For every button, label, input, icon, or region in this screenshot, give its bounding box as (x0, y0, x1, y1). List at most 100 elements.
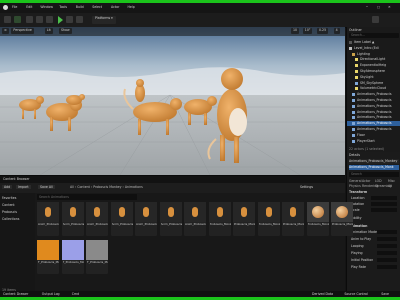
asset-tile[interactable]: T_Proboscis_Monkey_N (61, 240, 84, 274)
viewport-snap-chip[interactable]: 10 (291, 28, 300, 34)
asset-tile[interactable]: Anim_Proboscis_Monkey_Run (86, 202, 108, 236)
skip-icon[interactable] (66, 16, 73, 23)
content-search-input[interactable]: Search Animations (37, 194, 137, 200)
outliner-row[interactable]: SkyLight (347, 75, 400, 80)
statusbar-item-right[interactable]: Derived Data (312, 292, 333, 296)
outliner-row[interactable]: Animations_Proboscis (347, 98, 400, 103)
animation-value-field[interactable] (377, 237, 397, 241)
outliner-row[interactable]: SM_SkySphere (347, 81, 400, 86)
filter-tab[interactable]: All (388, 184, 392, 188)
viewport-snap-chip[interactable]: 0.25 (317, 28, 329, 34)
menu-item-file[interactable]: File (12, 5, 17, 9)
asset-tile[interactable]: Proboscis_Monkey_Skel (257, 202, 280, 236)
asset-tile[interactable]: T_Proboscis_Monkey_R (86, 240, 108, 274)
outliner-row[interactable]: Animations_Proboscis (347, 92, 400, 97)
level-viewport[interactable]: ≡ Perspective Lit Show 4 0.25 10° 10 (0, 27, 345, 175)
asset-tile[interactable]: Anim_Proboscis_Monkey_Jump (159, 202, 182, 236)
transform-section-header[interactable]: Transform (349, 190, 367, 194)
menu-item-edit[interactable]: Edit (26, 5, 32, 9)
settings-button[interactable]: Settings (300, 185, 313, 189)
asset-tile[interactable]: Proboscis_Monkey (208, 202, 231, 236)
outliner-row[interactable]: DirectionalLight (347, 57, 400, 62)
settings-icon[interactable] (372, 16, 379, 23)
play-icon[interactable] (58, 16, 63, 24)
blueprint-icon[interactable] (36, 16, 43, 23)
details-tab[interactable]: Details (349, 153, 360, 157)
animation-value-field[interactable] (377, 265, 397, 269)
transform-value-field[interactable] (371, 202, 397, 206)
outliner-row[interactable]: SkyAtmosphere (347, 69, 400, 74)
asset-tile[interactable]: Proboscis_Monkey_Phys (233, 202, 255, 236)
statusbar-item-right[interactable]: Save (381, 292, 389, 296)
outliner-row[interactable]: Item Label ▲ (347, 40, 400, 45)
menu-item-window[interactable]: Window (40, 5, 53, 9)
outliner-row[interactable]: Animations_Proboscis (347, 110, 400, 115)
filter-tab[interactable]: Misc (388, 179, 395, 183)
menu-item-actor[interactable]: Actor (111, 5, 119, 9)
asset-tile[interactable]: Anim_Proboscis_Monkey_Walk (61, 202, 84, 236)
transform-value-field[interactable] (371, 208, 397, 212)
outliner-row[interactable]: Floor (347, 133, 400, 138)
outliner-row[interactable]: Animations_Proboscis (347, 121, 400, 127)
filter-tab[interactable]: Actor (362, 179, 370, 183)
save-all-button[interactable]: Save All (38, 185, 55, 189)
asset-tile[interactable]: T_Proboscis_Monkey_D (37, 240, 59, 274)
cinematics-icon[interactable] (46, 16, 53, 23)
animation-value-field[interactable] (377, 230, 397, 234)
viewport-snap-chip[interactable]: 10° (302, 28, 313, 34)
stop-icon[interactable] (76, 16, 83, 23)
outliner-row[interactable]: Animations_Proboscis (347, 104, 400, 109)
menu-item-select[interactable]: Select (92, 5, 102, 9)
minimize-button[interactable]: ─ (366, 5, 372, 10)
sidebar-item[interactable]: Proboscis (2, 210, 17, 214)
sidebar-item[interactable]: Collections (2, 217, 19, 221)
animation-value-field[interactable] (377, 244, 397, 248)
close-button[interactable]: ✕ (388, 5, 394, 10)
actor-name-field[interactable]: Animations_Proboscis_Monkey (349, 159, 399, 164)
outliner-row[interactable]: VolumetricCloud (347, 86, 400, 91)
menu-item-help[interactable]: Help (128, 5, 135, 9)
statusbar-item[interactable]: Content Drawer (3, 292, 28, 296)
sidebar-item[interactable]: Content (2, 203, 15, 207)
asset-tile[interactable]: Anim_Proboscis_Monkey_Idle (37, 202, 59, 236)
filter-tab[interactable]: LOD (375, 179, 382, 183)
component-row[interactable]: Animations_Proboscis_Monk (349, 165, 399, 170)
menu-item-build[interactable]: Build (76, 5, 84, 9)
asset-tile[interactable]: Anim_Proboscis_Monkey_Sit (135, 202, 157, 236)
viewport-chip[interactable]: Lit (44, 28, 53, 34)
viewport-chip[interactable]: Perspective (11, 28, 34, 34)
viewport-snap-chip[interactable]: 4 (333, 28, 340, 34)
select-mode-icon[interactable] (14, 16, 21, 23)
outliner-search-input[interactable]: Search... (349, 33, 399, 38)
asset-tile[interactable]: Anim_Proboscis_Monkey_Eat (110, 202, 133, 236)
add-content-icon[interactable] (26, 16, 33, 23)
content-browser-tab[interactable]: Content Browser (3, 177, 30, 181)
filter-tab[interactable]: Physics (349, 184, 361, 188)
add-button[interactable]: Add (2, 185, 13, 189)
statusbar-item-right[interactable]: Source Control (344, 292, 367, 296)
outliner-row[interactable]: Lighting (347, 52, 400, 57)
outliner-row[interactable]: Level_Intro (Edi (347, 46, 400, 51)
transform-value-field[interactable] (371, 196, 397, 200)
save-icon[interactable] (4, 16, 11, 23)
animation-value-field[interactable] (377, 251, 397, 255)
maximize-button[interactable]: □ (377, 5, 383, 10)
outliner-row[interactable]: ExponentialHeig (347, 63, 400, 68)
asset-tile[interactable]: Proboscis_Monkey_Mat (306, 202, 329, 236)
viewport-chip[interactable]: ≡ (2, 28, 9, 34)
import-button[interactable]: Import (16, 185, 31, 189)
asset-tile[interactable]: Anim_Proboscis_Monkey_Look (184, 202, 206, 236)
filter-tab[interactable]: General (349, 179, 362, 183)
statusbar-item[interactable]: Output Log (42, 292, 60, 296)
outliner-row[interactable]: Animations_Proboscis (347, 115, 400, 120)
sidebar-item[interactable]: Favorites (2, 196, 16, 200)
details-search-input[interactable]: Search (349, 172, 399, 177)
viewport-chip[interactable]: Show (59, 28, 72, 34)
statusbar-item[interactable]: Cmd (72, 292, 79, 296)
menu-item-tools[interactable]: Tools (59, 5, 67, 9)
outliner-row[interactable]: PlayerStart (347, 139, 400, 144)
animation-value-field[interactable] (377, 258, 397, 262)
platforms-button[interactable]: Platforms ▾ (92, 16, 116, 24)
asset-tile[interactable]: Proboscis_Monkey_Mat2 (331, 202, 353, 236)
asset-tile[interactable]: Proboscis_Monkey_Anim (282, 202, 304, 236)
